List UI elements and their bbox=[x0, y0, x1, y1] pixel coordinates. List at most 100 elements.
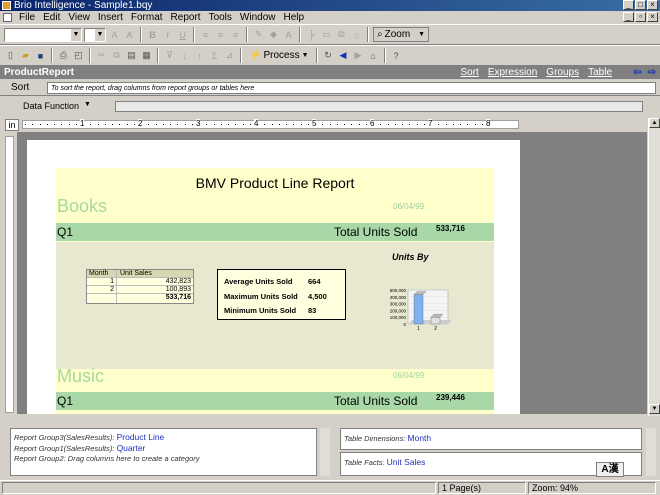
underline-icon[interactable]: U bbox=[176, 28, 189, 41]
table-header: Unit Sales bbox=[120, 270, 152, 277]
fill-color-icon[interactable]: ◆ bbox=[267, 28, 280, 41]
group-icon[interactable]: ⧉ bbox=[335, 28, 348, 41]
copy-icon[interactable]: ⧉ bbox=[110, 49, 123, 62]
units-chart[interactable]: Units By 500,000 400,000 300,000 200,000 100… bbox=[364, 252, 464, 342]
font-shrink-icon[interactable]: A bbox=[123, 28, 136, 41]
table-link[interactable]: Table bbox=[588, 66, 612, 79]
facts-value[interactable]: Unit Sales bbox=[387, 457, 426, 467]
scroll-up-icon[interactable]: ▲ bbox=[649, 118, 660, 128]
italic-icon[interactable]: I bbox=[161, 28, 174, 41]
ruler-tick bbox=[133, 124, 135, 125]
sort-drop-area[interactable]: To sort the report, drag columns from re… bbox=[47, 82, 656, 94]
menu-file[interactable]: File bbox=[15, 12, 39, 23]
align-left-icon[interactable]: ≡ bbox=[199, 28, 212, 41]
table-icon[interactable]: ▦ bbox=[140, 49, 153, 62]
menu-tools[interactable]: Tools bbox=[205, 12, 236, 23]
expression-link[interactable]: Expression bbox=[488, 66, 537, 79]
align-center-icon[interactable]: ≡ bbox=[214, 28, 227, 41]
ruler-label: 2 bbox=[138, 119, 143, 128]
table-dimensions-panel[interactable]: Table Dimensions: Month bbox=[340, 428, 642, 450]
sort-desc-icon[interactable]: ↑ bbox=[193, 49, 206, 62]
formula-bar[interactable] bbox=[115, 101, 643, 112]
filter-icon[interactable]: ⊽ bbox=[163, 49, 176, 62]
chart-bar bbox=[430, 316, 441, 325]
font-size-combo[interactable]: ▼ bbox=[84, 27, 106, 42]
chevron-down-icon[interactable]: ▼ bbox=[84, 101, 91, 108]
sum-icon[interactable]: Σ bbox=[208, 49, 221, 62]
align-right-icon[interactable]: ≡ bbox=[229, 28, 242, 41]
stats-box[interactable]: Average Units Sold 664 Maximum Units Sol… bbox=[217, 269, 346, 320]
doc-minimize-button[interactable]: _ bbox=[623, 12, 634, 22]
quarter-bar[interactable]: Q1 Total Units Sold 239,446 bbox=[56, 392, 494, 410]
group-header-music[interactable]: Music bbox=[57, 366, 104, 387]
text-color-icon[interactable]: A bbox=[282, 28, 295, 41]
panel-scrollbar[interactable] bbox=[320, 428, 330, 476]
stat-value: 4,500 bbox=[308, 292, 327, 301]
report-groups-panel[interactable]: Report Group3(SalesResults): Product Lin… bbox=[10, 428, 317, 476]
group-value[interactable]: Quarter bbox=[117, 443, 146, 453]
forward-icon[interactable]: ▶ bbox=[352, 49, 365, 62]
group-drop-hint[interactable]: Drag columns here to create a category bbox=[68, 454, 200, 463]
groups-link[interactable]: Groups bbox=[546, 66, 579, 79]
print-preview-icon[interactable]: ◰ bbox=[72, 49, 85, 62]
standard-toolbar: ▯ ▰ ■ ⎙ ◰ ✂ ⧉ ▤ ▦ ⊽ ↓ ↑ Σ ⊿ ⚡ Process ▼ … bbox=[0, 45, 660, 66]
print-icon[interactable]: ⎙ bbox=[57, 49, 70, 62]
line-color-icon[interactable]: ✎ bbox=[252, 28, 265, 41]
ime-indicator[interactable]: A漢 bbox=[596, 462, 624, 477]
menu-edit[interactable]: Edit bbox=[39, 12, 64, 23]
close-button[interactable]: × bbox=[647, 0, 658, 10]
sort-asc-icon[interactable]: ↓ bbox=[178, 49, 191, 62]
dimensions-value[interactable]: Month bbox=[408, 433, 432, 443]
home-icon[interactable]: ⌂ bbox=[367, 49, 380, 62]
minimize-button[interactable]: _ bbox=[623, 0, 634, 10]
quarter-bar[interactable]: Q1 Total Units Sold 533,716 bbox=[56, 223, 494, 241]
report-title[interactable]: BMV Product Line Report bbox=[56, 175, 494, 191]
align-objects-icon[interactable]: ╞ bbox=[305, 28, 318, 41]
save-icon[interactable]: ■ bbox=[34, 49, 47, 62]
nav-forward-icon[interactable]: ⇨ bbox=[648, 66, 656, 79]
ruler-tick bbox=[387, 124, 389, 125]
sales-table[interactable]: Month Unit Sales 1 432,823 2 100,893 533… bbox=[86, 269, 194, 304]
layer-icon[interactable]: ▭ bbox=[320, 28, 333, 41]
back-icon[interactable]: ◀ bbox=[337, 49, 350, 62]
group-header-books[interactable]: Books bbox=[57, 196, 107, 217]
ruler-tick bbox=[68, 124, 70, 125]
ruler-tick bbox=[286, 124, 287, 125]
cut-icon[interactable]: ✂ bbox=[95, 49, 108, 62]
maximize-button[interactable]: □ bbox=[635, 0, 646, 10]
menu-report[interactable]: Report bbox=[167, 12, 205, 23]
table-cell: 100,893 bbox=[165, 286, 191, 293]
report-group-line: Report Group1(SalesResults): Quarter bbox=[14, 443, 145, 453]
panel-scrollbar[interactable] bbox=[646, 428, 656, 476]
menu-format[interactable]: Format bbox=[127, 12, 167, 23]
refresh-icon[interactable]: ↻ bbox=[322, 49, 335, 62]
menu-insert[interactable]: Insert bbox=[94, 12, 127, 23]
font-combo[interactable]: ▼ bbox=[4, 27, 82, 42]
vertical-scrollbar[interactable]: ▲ ▼ bbox=[648, 118, 660, 416]
group-label: Report Group1(SalesResults): bbox=[14, 444, 115, 453]
bold-icon[interactable]: B bbox=[146, 28, 159, 41]
open-icon[interactable]: ▰ bbox=[19, 49, 32, 62]
help-icon[interactable]: ? bbox=[390, 49, 403, 62]
ruler-tick bbox=[336, 124, 338, 125]
document-icon[interactable] bbox=[3, 13, 12, 22]
nav-back-icon[interactable]: ⇦ bbox=[633, 66, 641, 79]
sort-link[interactable]: Sort bbox=[460, 66, 478, 79]
menu-view[interactable]: View bbox=[64, 12, 94, 23]
new-icon[interactable]: ▯ bbox=[4, 49, 17, 62]
x-tick-label: 2 bbox=[434, 326, 437, 332]
lock-icon[interactable]: ⌂ bbox=[350, 28, 363, 41]
sql-icon[interactable]: ▤ bbox=[125, 49, 138, 62]
group-value[interactable]: Product Line bbox=[117, 432, 165, 442]
menu-window[interactable]: Window bbox=[236, 12, 280, 23]
font-grow-icon[interactable]: A bbox=[108, 28, 121, 41]
ruler-tick bbox=[104, 124, 106, 125]
scroll-down-icon[interactable]: ▼ bbox=[649, 404, 660, 414]
ruler-unit: in bbox=[5, 119, 19, 131]
menu-help[interactable]: Help bbox=[280, 12, 309, 23]
pivot-icon[interactable]: ⊿ bbox=[223, 49, 236, 62]
doc-close-button[interactable]: × bbox=[647, 12, 658, 22]
process-button[interactable]: ⚡ Process ▼ bbox=[246, 48, 312, 63]
doc-restore-button[interactable]: ▫ bbox=[635, 12, 646, 22]
zoom-combo[interactable]: ⌕ Zoom ▼ bbox=[373, 27, 429, 42]
